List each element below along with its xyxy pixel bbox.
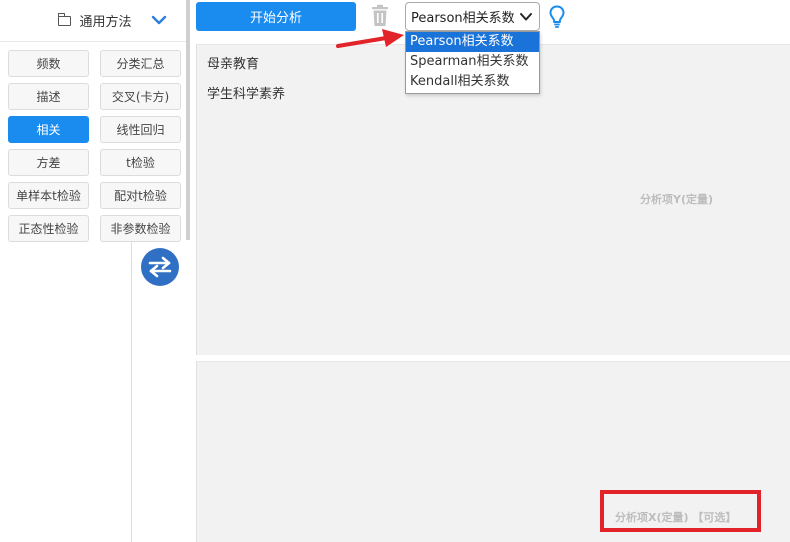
column-divider xyxy=(131,242,132,542)
correlation-type-select[interactable]: Pearson相关系数 xyxy=(405,2,540,31)
method-button-normality-test[interactable]: 正态性检验 xyxy=(8,215,89,242)
method-button-group-summary[interactable]: 分类汇总 xyxy=(100,50,181,77)
dropdown-option-kendall[interactable]: Kendall相关系数 xyxy=(406,72,539,92)
correlation-type-value: Pearson相关系数 xyxy=(411,11,515,26)
method-button-one-sample-t-test[interactable]: 单样本t检验 xyxy=(8,182,89,209)
lightbulb-icon[interactable] xyxy=(549,5,565,29)
sidebar-divider xyxy=(0,41,190,42)
method-category-dropdown[interactable]: 通用方法 xyxy=(0,0,190,40)
highlight-box xyxy=(600,490,761,532)
swap-arrows-icon xyxy=(148,256,172,278)
sidebar-scrollbar[interactable] xyxy=(186,0,190,240)
dropdown-option-pearson[interactable]: Pearson相关系数 xyxy=(406,32,539,52)
swap-variables-button[interactable] xyxy=(141,248,179,286)
y-panel-placeholder: 分析项Y(定量) xyxy=(640,193,714,206)
chevron-down-icon xyxy=(520,13,532,21)
arrow-annotation-icon xyxy=(336,29,404,48)
trash-icon[interactable] xyxy=(370,4,390,28)
method-button-frequency[interactable]: 频数 xyxy=(8,50,89,77)
variable-item[interactable]: 学生科学素养 xyxy=(207,83,285,102)
method-button-linear-regression[interactable]: 线性回归 xyxy=(100,116,181,143)
method-button-crosstab-chisq[interactable]: 交叉(卡方) xyxy=(100,83,181,110)
method-button-paired-t-test[interactable]: 配对t检验 xyxy=(100,182,181,209)
start-analysis-button[interactable]: 开始分析 xyxy=(196,2,356,31)
variable-item[interactable]: 母亲教育 xyxy=(207,53,259,72)
method-category-label: 通用方法 xyxy=(79,14,132,30)
method-button-anova[interactable]: 方差 xyxy=(8,149,89,176)
method-button-nonparametric-test[interactable]: 非参数检验 xyxy=(100,215,181,242)
method-button-t-test[interactable]: t检验 xyxy=(100,149,181,176)
method-button-descriptive[interactable]: 描述 xyxy=(8,83,89,110)
folder-icon xyxy=(58,13,72,26)
dropdown-option-spearman[interactable]: Spearman相关系数 xyxy=(406,52,539,72)
chevron-down-icon xyxy=(151,15,167,25)
method-button-correlation[interactable]: 相关 xyxy=(8,116,89,143)
correlation-type-dropdown-list: Pearson相关系数 Spearman相关系数 Kendall相关系数 xyxy=(405,31,540,94)
